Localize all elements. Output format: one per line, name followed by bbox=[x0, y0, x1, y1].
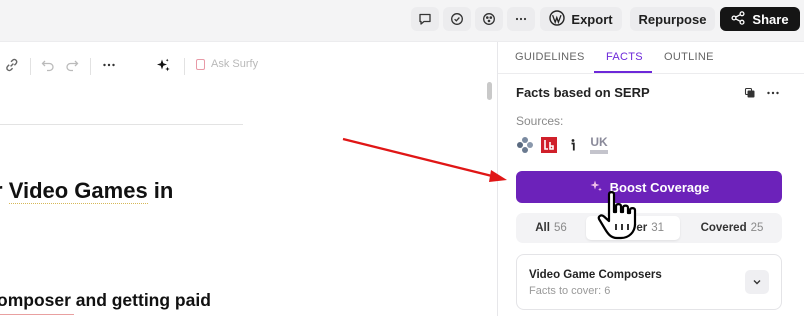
more-icon[interactable] bbox=[507, 7, 535, 31]
toolbar-divider bbox=[184, 58, 185, 75]
panel-tools bbox=[744, 86, 780, 104]
surfy-icon bbox=[196, 58, 205, 70]
redo-icon[interactable] bbox=[64, 57, 80, 73]
more-icon[interactable] bbox=[101, 57, 117, 73]
heading-highlight: Video Games bbox=[8, 178, 148, 204]
fact-group-subtitle: Facts to cover: 6 bbox=[529, 285, 611, 297]
share-icon bbox=[731, 10, 745, 28]
sources-label: Sources: bbox=[516, 114, 564, 128]
lb-icon[interactable] bbox=[540, 136, 558, 154]
toolbar-divider bbox=[90, 58, 91, 75]
article-heading[interactable]: r Video Games in bbox=[0, 178, 173, 204]
filter-covered-label: Covered bbox=[700, 222, 747, 234]
hand-cursor-icon bbox=[597, 191, 637, 240]
repurpose-button[interactable]: Repurpose bbox=[630, 7, 715, 31]
wordpress-icon bbox=[549, 9, 566, 29]
heading-prefix: r bbox=[0, 178, 9, 203]
fact-group-title: Video Game Composers bbox=[529, 269, 662, 281]
filter-to-cover-count: 31 bbox=[651, 222, 665, 234]
export-button[interactable]: Export bbox=[540, 7, 622, 31]
tab-facts[interactable]: FACTS bbox=[606, 51, 643, 63]
sources-list: UK bbox=[516, 136, 610, 154]
check-circle-icon[interactable] bbox=[443, 7, 471, 31]
ask-surfy-button[interactable]: Ask Surfy bbox=[196, 58, 258, 70]
chevron-down-icon[interactable] bbox=[745, 270, 769, 294]
panel-title: Facts based on SERP bbox=[516, 85, 650, 100]
filter-all-count: 56 bbox=[553, 222, 567, 234]
export-label: Export bbox=[571, 11, 613, 27]
tabs-divider bbox=[498, 73, 804, 74]
uk-icon[interactable]: UK bbox=[588, 136, 610, 154]
fact-group-card[interactable]: Video Game Composers Facts to cover: 6 bbox=[516, 254, 782, 310]
repurpose-label: Repurpose bbox=[638, 11, 707, 27]
top-bar: Export Repurpose Share bbox=[0, 0, 804, 42]
filter-all[interactable]: All 56 bbox=[520, 216, 582, 240]
uk-logo-bar bbox=[590, 149, 608, 154]
facts-panel: GUIDELINES FACTS OUTLINE Facts based on … bbox=[487, 42, 804, 316]
ask-surfy-label: Ask Surfy bbox=[211, 58, 259, 70]
i-icon[interactable] bbox=[564, 136, 582, 154]
heading-suffix: in bbox=[147, 178, 174, 203]
editor-scrollbar[interactable] bbox=[487, 82, 492, 100]
comment-icon[interactable] bbox=[411, 7, 439, 31]
share-label: Share bbox=[752, 11, 789, 27]
uk-text: UK bbox=[590, 134, 608, 149]
boost-coverage-button[interactable]: Boost Coverage bbox=[516, 171, 782, 203]
filter-all-label: All bbox=[535, 222, 550, 234]
filter-covered-count: 25 bbox=[750, 222, 764, 234]
tab-outline[interactable]: OUTLINE bbox=[664, 51, 714, 63]
undo-icon[interactable] bbox=[40, 57, 56, 73]
link-icon[interactable] bbox=[4, 57, 20, 73]
spellcheck-underline bbox=[0, 314, 74, 315]
sparkle-icon[interactable] bbox=[155, 57, 171, 73]
copy-icon[interactable] bbox=[744, 86, 756, 104]
more-icon[interactable] bbox=[766, 86, 780, 104]
editor: Ask Surfy r Video Games in omposer and g… bbox=[0, 42, 497, 316]
panel-tabs: GUIDELINES FACTS OUTLINE bbox=[498, 42, 804, 74]
divider bbox=[0, 124, 243, 125]
graph-icon[interactable] bbox=[475, 7, 503, 31]
toolbar-divider bbox=[30, 58, 31, 75]
facts-filter: All 56 ver 31 Covered 25 bbox=[516, 213, 782, 243]
playstation-icon[interactable] bbox=[516, 136, 534, 154]
article-subheading[interactable]: omposer and getting paid bbox=[0, 290, 211, 311]
filter-covered[interactable]: Covered 25 bbox=[686, 216, 778, 240]
share-button[interactable]: Share bbox=[720, 7, 800, 31]
tab-guidelines[interactable]: GUIDELINES bbox=[515, 51, 585, 63]
